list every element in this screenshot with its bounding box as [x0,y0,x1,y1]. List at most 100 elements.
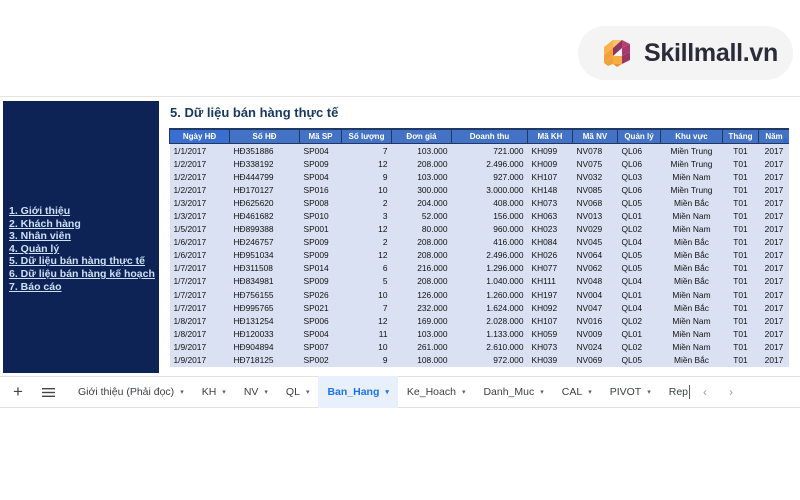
cell-r3-c1[interactable]: HĐ170127 [229,183,300,197]
cell-r10-c9[interactable]: Miền Bắc [660,274,723,289]
cell-r7-c7[interactable]: NV045 [572,235,618,249]
cell-r11-c4[interactable]: 126.000 [391,288,452,302]
cell-r10-c3[interactable]: 5 [341,274,392,289]
cell-r2-c9[interactable]: Miền Nam [660,170,723,184]
cell-r2-c1[interactable]: HĐ444799 [229,170,300,184]
chevron-down-icon[interactable]: ▾ [264,389,268,396]
chevron-down-icon[interactable]: ▾ [540,389,544,396]
chevron-right-icon[interactable]: › [718,376,744,408]
sheet-tab-danh-muc[interactable]: Danh_Muc ▾ [474,376,552,408]
cell-r1-c5[interactable]: 2.496.000 [451,157,528,171]
cell-r0-c11[interactable]: 2017 [758,143,789,158]
cell-r4-c0[interactable]: 1/3/2017 [169,196,230,210]
cell-r15-c9[interactable]: Miền Nam [660,340,723,354]
cell-r1-c7[interactable]: NV075 [572,157,618,171]
table-row[interactable]: 1/8/2017 HĐ131254 SP006 12 169.000 2.028.000 K… [169,314,789,328]
cell-r10-c0[interactable]: 1/7/2017 [169,274,230,289]
sheet-tab-nv[interactable]: NV ▾ [235,376,277,408]
cell-r3-c2[interactable]: SP016 [299,183,342,197]
cell-r14-c1[interactable]: HĐ120033 [229,327,300,341]
cell-r16-c11[interactable]: 2017 [758,353,789,367]
cell-r2-c8[interactable]: QL03 [617,170,661,184]
cell-r0-c7[interactable]: NV078 [572,143,618,158]
cell-r1-c6[interactable]: KH009 [527,157,573,171]
chevron-down-icon[interactable]: ▾ [462,389,466,396]
cell-r7-c3[interactable]: 2 [341,235,392,249]
cell-r6-c0[interactable]: 1/5/2017 [169,222,230,236]
cell-r16-c9[interactable]: Miền Bắc [660,353,723,367]
column-header-0[interactable]: Ngày HĐ [169,128,230,144]
cell-r11-c7[interactable]: NV004 [572,288,618,302]
cell-r13-c0[interactable]: 1/8/2017 [169,314,230,328]
sheet-tab-cal[interactable]: CAL ▾ [553,376,601,408]
cell-r7-c1[interactable]: HĐ246757 [229,235,300,249]
cell-r15-c4[interactable]: 261.000 [391,340,452,354]
cell-r9-c5[interactable]: 1.296.000 [451,261,528,275]
cell-r7-c2[interactable]: SP009 [299,235,342,249]
cell-r14-c7[interactable]: NV009 [572,327,618,341]
table-row[interactable]: 1/3/2017 HĐ625620 SP008 2 204.000 408.000 KH07… [169,196,789,210]
cell-r8-c7[interactable]: NV064 [572,248,618,262]
cell-r14-c6[interactable]: KH059 [527,327,573,341]
column-header-1[interactable]: Số HĐ [229,128,300,144]
cell-r2-c3[interactable]: 9 [341,170,392,184]
cell-r16-c0[interactable]: 1/9/2017 [169,353,230,367]
cell-r6-c9[interactable]: Miền Nam [660,222,723,236]
sheet-tab-gi-i-thi-u-ph-i-c[interactable]: Giới thiệu (Phải đọc) ▾ [69,376,193,408]
cell-r8-c11[interactable]: 2017 [758,248,789,262]
cell-r16-c5[interactable]: 972.000 [451,353,528,367]
sheet-tab-ql[interactable]: QL ▾ [277,376,319,408]
table-row[interactable]: 1/1/2017 HĐ351886 SP004 7 103.000 721.000 KH09… [169,143,789,158]
column-header-6[interactable]: Mã KH [527,128,573,144]
nav-link-bao-cao[interactable]: 7. Báo cáo [9,281,159,294]
cell-r6-c8[interactable]: QL02 [617,222,661,236]
cell-r7-c6[interactable]: KH084 [527,235,573,249]
nav-link-khach-hang[interactable]: 2. Khách hàng [9,218,159,231]
cell-r0-c0[interactable]: 1/1/2017 [169,143,230,158]
cell-r5-c11[interactable]: 2017 [758,209,789,223]
cell-r7-c9[interactable]: Miền Bắc [660,235,723,249]
cell-r9-c9[interactable]: Miền Bắc [660,261,723,275]
cell-r15-c0[interactable]: 1/9/2017 [169,340,230,354]
cell-r11-c8[interactable]: QL01 [617,288,661,302]
cell-r5-c2[interactable]: SP010 [299,209,342,223]
cell-r13-c5[interactable]: 2.028.000 [451,314,528,328]
cell-r13-c6[interactable]: KH107 [527,314,573,328]
cell-r12-c8[interactable]: QL04 [617,301,661,315]
cell-r0-c5[interactable]: 721.000 [451,143,528,158]
cell-r16-c3[interactable]: 9 [341,353,392,367]
cell-r4-c11[interactable]: 2017 [758,196,789,210]
cell-r7-c0[interactable]: 1/6/2017 [169,235,230,249]
cell-r3-c11[interactable]: 2017 [758,183,789,197]
cell-r16-c6[interactable]: KH039 [527,353,573,367]
column-header-8[interactable]: Quản lý [617,128,661,144]
nav-link-du-lieu-ban-hang-thuc-te[interactable]: 5. Dữ liệu bán hàng thực tế [9,255,159,268]
cell-r9-c0[interactable]: 1/7/2017 [169,261,230,275]
cell-r1-c11[interactable]: 2017 [758,157,789,171]
cell-r5-c4[interactable]: 52.000 [391,209,452,223]
cell-r6-c10[interactable]: T01 [722,222,759,236]
cell-r12-c3[interactable]: 7 [341,301,392,315]
cell-r11-c3[interactable]: 10 [341,288,392,302]
cell-r16-c2[interactable]: SP002 [299,353,342,367]
data-table-container[interactable]: Ngày HĐ Số HĐ Mã SP Số lượng Đơn giá Doanh th… [169,128,789,374]
cell-r9-c1[interactable]: HĐ311508 [229,261,300,275]
cell-r3-c10[interactable]: T01 [722,183,759,197]
chevron-down-icon[interactable]: ▾ [385,389,389,396]
cell-r5-c1[interactable]: HĐ461682 [229,209,300,223]
chevron-down-icon[interactable]: ▾ [306,389,310,396]
cell-r0-c3[interactable]: 7 [341,143,392,158]
cell-r15-c10[interactable]: T01 [722,340,759,354]
cell-r11-c1[interactable]: HĐ756155 [229,288,300,302]
cell-r14-c11[interactable]: 2017 [758,327,789,341]
cell-r4-c2[interactable]: SP008 [299,196,342,210]
cell-r4-c1[interactable]: HĐ625620 [229,196,300,210]
table-row[interactable]: 1/7/2017 HĐ311508 SP014 6 216.000 1.296.000 KH… [169,261,789,275]
column-header-7[interactable]: Mã NV [572,128,618,144]
cell-r12-c4[interactable]: 232.000 [391,301,452,315]
cell-r5-c7[interactable]: NV013 [572,209,618,223]
cell-r5-c10[interactable]: T01 [722,209,759,223]
cell-r10-c8[interactable]: QL04 [617,274,661,289]
cell-r0-c9[interactable]: Miền Trung [660,143,723,158]
cell-r4-c9[interactable]: Miền Bắc [660,196,723,210]
